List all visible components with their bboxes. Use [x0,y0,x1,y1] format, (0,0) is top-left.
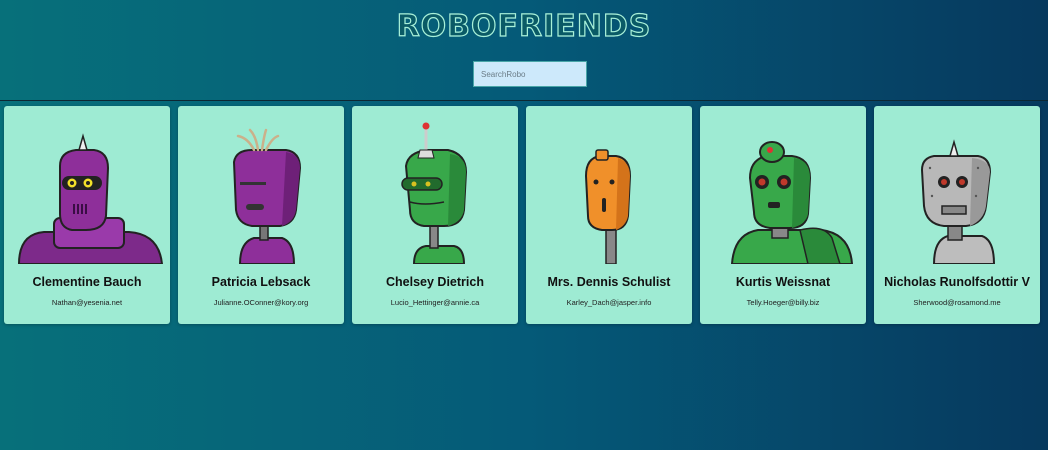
robot-email: Julianne.OConner@kory.org [213,298,309,307]
robot-card[interactable]: Nicholas Runolfsdottir V Sherwood@rosamo… [874,106,1040,324]
robot-avatar [352,106,518,264]
robot-name: Clementine Bauch [32,275,142,289]
robot-avatar [874,106,1040,264]
robot-avatar [526,106,692,264]
app-title: RoboFriends [396,8,652,44]
robot-email: Karley_Dach@jasper.info [566,298,652,307]
robot-name: Chelsey Dietrich [386,275,484,289]
robot-avatar [178,106,344,264]
search-input[interactable] [473,61,587,87]
robot-name: Patricia Lebsack [211,275,311,289]
robot-card[interactable]: Patricia Lebsack Julianne.OConner@kory.o… [178,106,344,324]
robot-card[interactable]: Chelsey Dietrich Lucio_Hettinger@annie.c… [352,106,518,324]
robot-avatar [4,106,170,264]
robot-email: Nathan@yesenia.net [51,298,123,307]
robot-email: Sherwood@rosamond.me [913,298,1001,307]
robot-email: Lucio_Hettinger@annie.ca [390,298,480,307]
card-list: Clementine Bauch Nathan@yesenia.net Patr… [4,106,1048,325]
robot-avatar [700,106,866,264]
robot-name: Mrs. Dennis Schulist [547,275,671,289]
robot-card[interactable]: Kurtis Weissnat Telly.Hoeger@billy.biz [700,106,866,324]
robot-name: Kurtis Weissnat [735,275,831,289]
header-divider [0,100,1048,101]
robot-name: Nicholas Runolfsdottir V [884,275,1030,289]
robot-card[interactable]: Mrs. Dennis Schulist Karley_Dach@jasper.… [526,106,692,324]
robot-email: Telly.Hoeger@billy.biz [746,298,820,307]
robot-card[interactable]: Clementine Bauch Nathan@yesenia.net [4,106,170,324]
